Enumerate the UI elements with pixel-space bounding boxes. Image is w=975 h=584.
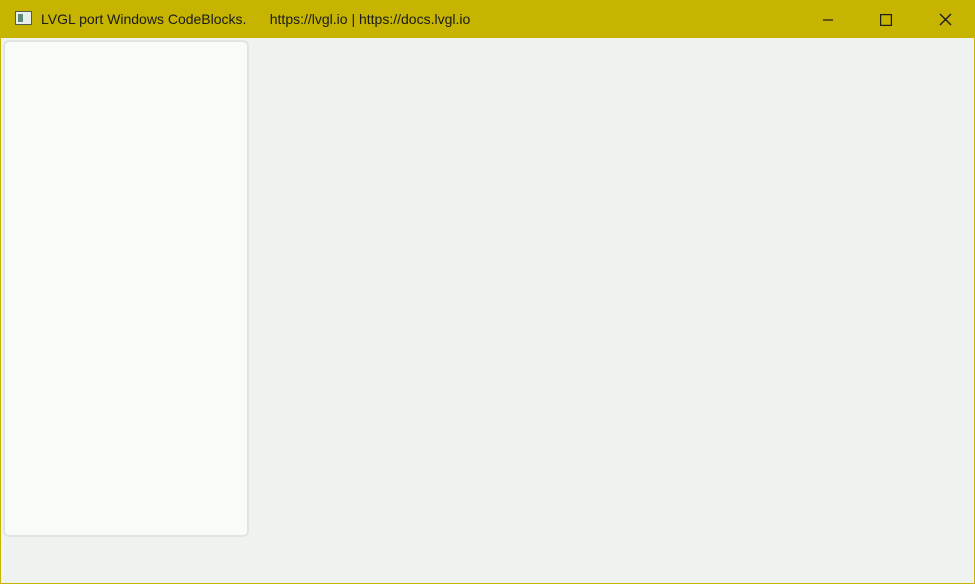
close-icon <box>939 13 952 26</box>
minimize-button[interactable] <box>799 1 857 38</box>
minimize-icon <box>822 14 834 26</box>
title-bar[interactable]: LVGL port Windows CodeBlocks. https://lv… <box>1 1 974 38</box>
side-panel[interactable] <box>3 40 249 537</box>
app-window-icon[interactable] <box>15 11 32 25</box>
maximize-icon <box>880 13 892 26</box>
lvgl-canvas[interactable] <box>1 38 974 583</box>
window-title: LVGL port Windows CodeBlocks. https://lv… <box>41 11 471 27</box>
app-window: LVGL port Windows CodeBlocks. https://lv… <box>0 0 975 584</box>
maximize-button[interactable] <box>857 1 915 38</box>
close-button[interactable] <box>916 1 974 38</box>
